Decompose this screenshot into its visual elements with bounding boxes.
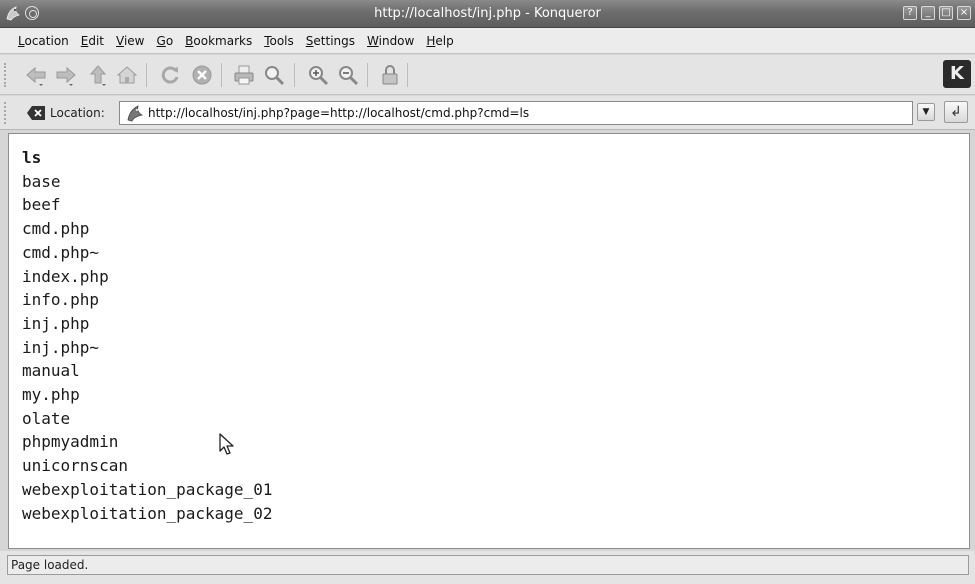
find-icon	[265, 66, 285, 86]
security-button[interactable]	[378, 63, 402, 87]
zoom-in-icon	[309, 66, 329, 86]
url-text: http://localhost/inj.php?page=http://loc…	[148, 106, 530, 120]
file-entry: cmd.php~	[22, 242, 100, 262]
print-button[interactable]	[232, 63, 256, 87]
status-text: Page loaded.	[7, 555, 969, 575]
menu-edit[interactable]: Edit	[75, 34, 110, 48]
maximize-window-button[interactable]: □	[939, 6, 953, 20]
security-icon	[382, 65, 398, 85]
toolbar-separator	[146, 63, 147, 87]
up-icon	[89, 65, 107, 86]
file-entry: olate	[22, 408, 71, 428]
file-entry: beef	[22, 195, 61, 215]
clear-location-icon[interactable]	[26, 105, 46, 121]
back-button[interactable]	[24, 63, 48, 87]
main-toolbar: K	[0, 55, 975, 95]
toolbar-handle[interactable]	[4, 102, 8, 124]
menu-tools[interactable]: Tools	[258, 34, 300, 48]
stop-icon	[192, 65, 212, 85]
status-bar: Page loaded.	[0, 551, 975, 584]
window-title: http://localhost/inj.php - Konqueror	[374, 6, 601, 21]
toolbar-separator	[407, 63, 408, 87]
url-input[interactable]: http://localhost/inj.php?page=http://loc…	[119, 101, 913, 125]
menu-help[interactable]: Help	[420, 34, 459, 48]
toolbar-handle[interactable]	[4, 63, 8, 87]
file-entry: inj.php	[22, 313, 90, 333]
zoom-out-button[interactable]	[336, 63, 360, 87]
menu-location[interactable]: Location	[12, 34, 75, 48]
find-button[interactable]	[262, 63, 286, 87]
toolbar-separator	[221, 63, 222, 87]
home-icon	[116, 66, 138, 84]
print-icon	[234, 65, 254, 85]
location-toolbar: Location: http://localhost/inj.php?page=…	[0, 96, 975, 130]
command-line: ls	[22, 148, 42, 167]
file-entry: webexploitation_package_01	[22, 479, 273, 499]
toolbar-separator	[294, 63, 295, 87]
close-window-button[interactable]: ×	[957, 6, 971, 20]
url-history-dropdown[interactable]: ▼	[917, 103, 935, 121]
page-favicon-icon	[127, 105, 144, 122]
page-content[interactable]: ls base beef cmd.php cmd.php~ index.php …	[8, 133, 970, 549]
toolbar-separator	[367, 63, 368, 87]
menu-view[interactable]: View	[110, 34, 150, 48]
menu-bookmarks[interactable]: Bookmarks	[179, 34, 258, 48]
zoom-out-icon	[339, 66, 359, 86]
stop-button[interactable]	[190, 63, 214, 87]
forward-icon	[56, 66, 76, 86]
file-entry: info.php	[22, 290, 100, 310]
back-icon	[26, 66, 46, 86]
help-window-button[interactable]: ?	[903, 6, 917, 20]
file-entry: manual	[22, 361, 80, 381]
go-button[interactable]: ↲	[944, 101, 968, 123]
file-entry: cmd.php	[22, 219, 90, 239]
file-entry: webexploitation_package_02	[22, 503, 273, 523]
menu-bar: Location Edit View Go Bookmarks Tools Se…	[0, 28, 975, 54]
kde-logo-icon[interactable]: K	[943, 60, 971, 88]
minimize-window-button[interactable]: _	[921, 6, 935, 20]
title-bar[interactable]: http://localhost/inj.php - Konqueror ? _…	[0, 0, 975, 28]
forward-button[interactable]	[54, 63, 78, 87]
reload-icon	[161, 66, 179, 84]
command-output: ls base beef cmd.php cmd.php~ index.php …	[22, 146, 272, 525]
mouse-pointer-icon	[219, 433, 234, 455]
reload-button[interactable]	[158, 63, 182, 87]
up-button[interactable]	[86, 63, 110, 87]
menu-settings[interactable]: Settings	[300, 34, 361, 48]
location-label: Location:	[50, 106, 105, 120]
menu-go[interactable]: Go	[151, 34, 180, 48]
menu-window[interactable]: Window	[361, 34, 420, 48]
home-button[interactable]	[115, 63, 139, 87]
file-entry: my.php	[22, 385, 80, 405]
file-entry: index.php	[22, 266, 109, 286]
zoom-in-button[interactable]	[306, 63, 330, 87]
file-entry: inj.php~	[22, 337, 100, 357]
file-entry: base	[22, 171, 61, 191]
